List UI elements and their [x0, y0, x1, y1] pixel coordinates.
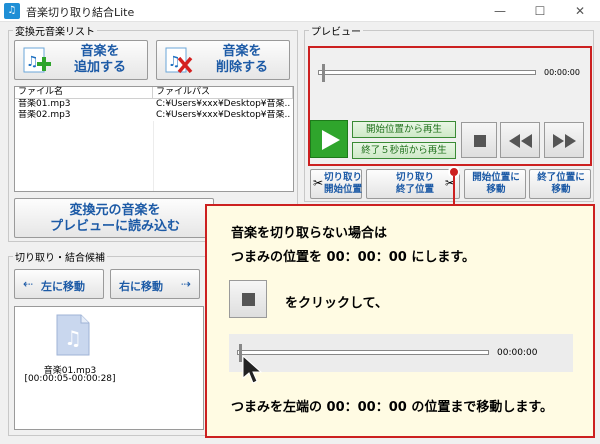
close-button[interactable]: ✕: [560, 0, 600, 22]
arrow-right-icon: ⇢: [181, 277, 192, 291]
svg-text:♫: ♫: [64, 326, 82, 350]
seek-thumb[interactable]: [322, 64, 325, 82]
seek-track: [237, 350, 489, 355]
callout-line-1: 音楽を切り取らない場合は: [231, 226, 388, 241]
stop-icon: [242, 293, 255, 306]
callout-stop-button: [229, 280, 267, 318]
seek-bar[interactable]: [318, 62, 536, 84]
callout-line-3: をクリックして、: [285, 296, 388, 311]
play-5s-before-end-button[interactable]: 終了５秒前から再生: [352, 142, 456, 159]
rewind-icon: [509, 134, 532, 148]
move-right-label: 右に移動: [119, 280, 163, 293]
column-divider: [153, 121, 154, 191]
cell-filename: 音楽01.mp3: [18, 99, 71, 109]
move-to-start-button[interactable]: 開始位置に 移動: [464, 169, 526, 199]
mouse-cursor-icon: [242, 356, 263, 384]
scissors-icon: ✂: [313, 176, 324, 190]
load-preview-button[interactable]: 変換元の音楽を プレビューに読み込む: [14, 198, 214, 238]
cut-start-label: 切り取り 開始位置: [323, 172, 362, 195]
fast-forward-icon: [553, 134, 576, 148]
delete-music-icon: ♫: [165, 47, 193, 74]
preview-label: プレビュー: [309, 23, 363, 38]
callout-time: 00:00:00: [497, 348, 538, 358]
table-row[interactable]: 音楽02.mp3 C:¥Users¥xxx¥Desktop¥音楽...: [15, 110, 293, 121]
maximize-button[interactable]: ☐: [520, 0, 560, 22]
callout-line-2: つまみの位置を 00：00：00 にします。: [231, 250, 476, 265]
callout-pointer-line: [453, 176, 455, 206]
stop-button[interactable]: [461, 122, 497, 158]
svg-text:♫: ♫: [26, 54, 39, 70]
load-preview-label: 変換元の音楽を プレビューに読み込む: [49, 203, 180, 234]
callout-seek-example: 00:00:00: [229, 334, 573, 384]
list-item[interactable]: ♫: [55, 313, 91, 357]
candidates-label: 切り取り・結合候補: [13, 249, 107, 264]
title-bar: ♫ 音楽切り取り結合Lite — ☐ ✕: [0, 0, 600, 22]
callout-line-4: つまみを左端の 00：00：00 の位置まで移動します。: [231, 400, 554, 415]
candidate-list[interactable]: ♫ 音楽01.mp3 [00:00:05-00:00:28]: [14, 306, 204, 430]
delete-music-button[interactable]: ♫ 音楽を 削除する: [156, 40, 290, 80]
delete-music-label: 音楽を 削除する: [215, 44, 268, 75]
play-from-start-button[interactable]: 開始位置から再生: [352, 121, 456, 138]
cut-start-button[interactable]: ✂ 切り取り 開始位置: [310, 169, 362, 199]
column-header-filename[interactable]: ファイル名: [15, 87, 153, 99]
cut-end-button[interactable]: 切り取り 終了位置 ✂: [366, 169, 460, 199]
window-title: 音楽切り取り結合Lite: [26, 6, 135, 19]
column-header-filepath[interactable]: ファイルパス: [153, 87, 293, 99]
minimize-button[interactable]: —: [480, 0, 520, 22]
cell-filepath: C:¥Users¥xxx¥Desktop¥音楽...: [156, 110, 291, 120]
move-to-end-label: 終了位置に 移動: [537, 172, 585, 195]
instruction-callout: 音楽を切り取らない場合は つまみの位置を 00：00：00 にします。 をクリッ…: [205, 204, 595, 438]
play-button[interactable]: [310, 120, 348, 158]
source-list-label: 変換元音楽リスト: [13, 23, 97, 38]
preview-time: 00:00:00: [544, 68, 580, 77]
music-file-icon: ♫: [56, 314, 90, 356]
add-music-icon: ♫: [23, 47, 51, 73]
add-music-button[interactable]: ♫ 音楽を 追加する: [14, 40, 148, 80]
move-left-label: 左に移動: [41, 280, 85, 293]
cut-end-label: 切り取り 終了位置: [395, 172, 434, 195]
move-to-end-button[interactable]: 終了位置に 移動: [529, 169, 591, 199]
arrow-left-icon: ⇠: [23, 277, 34, 291]
file-table[interactable]: ファイル名 ファイルパス 音楽01.mp3 C:¥Users¥xxx¥Deskt…: [14, 86, 294, 192]
rewind-button[interactable]: [500, 122, 540, 158]
add-music-label: 音楽を 追加する: [73, 44, 126, 75]
app-icon: ♫: [4, 3, 20, 19]
candidate-range: [00:00:05-00:00:28]: [24, 374, 116, 384]
cell-filepath: C:¥Users¥xxx¥Desktop¥音楽...: [156, 99, 291, 109]
fast-forward-button[interactable]: [544, 122, 584, 158]
play-icon: [322, 130, 340, 150]
stop-icon: [474, 135, 486, 147]
table-row[interactable]: 音楽01.mp3 C:¥Users¥xxx¥Desktop¥音楽...: [15, 99, 293, 110]
seek-track: [318, 70, 536, 75]
move-left-button[interactable]: ⇠ 左に移動: [14, 269, 104, 299]
svg-text:♫: ♫: [168, 54, 181, 70]
cell-filename: 音楽02.mp3: [18, 110, 71, 120]
move-right-button[interactable]: 右に移動 ⇢: [110, 269, 200, 299]
move-to-start-label: 開始位置に 移動: [472, 172, 520, 195]
